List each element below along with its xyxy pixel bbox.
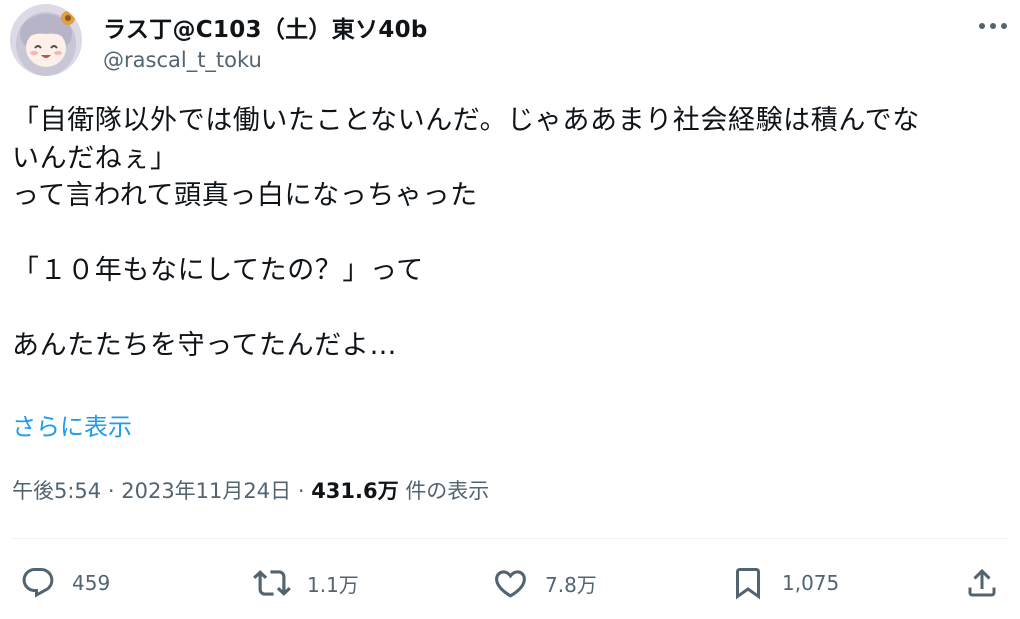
retweet-icon — [253, 570, 291, 596]
tweet-line: あんたたちを守ってたんだよ… — [12, 330, 398, 361]
tweet-line: 「自衛隊以外では働いたことないんだ。じゃああまり社会経験は積んでな — [12, 105, 920, 136]
tweet-line — [12, 290, 1007, 328]
tweet-line: 「１０年もなにしてたの？」って — [12, 255, 424, 286]
tweet-line — [12, 215, 1007, 253]
tweet-meta: 午後5:54 · 2023年11月24日 · 431.6万 件の表示 — [12, 475, 489, 505]
like-count: 7.8万 — [545, 572, 597, 597]
reply-bubble-icon — [22, 568, 54, 598]
bookmark-icon — [736, 568, 760, 600]
author-handle[interactable]: @rascal_t_toku — [103, 48, 262, 72]
views-label: 件の表示 — [405, 479, 490, 503]
retweet-button[interactable]: 1.1万 — [253, 558, 359, 608]
share-button[interactable] — [964, 558, 1000, 608]
tweet-text: 「自衛隊以外では働いたことないんだ。じゃああまり社会経験は積んでな いんだねぇ」… — [12, 102, 1007, 365]
meta-separator: · — [297, 479, 305, 503]
more-options-button[interactable] — [976, 12, 1010, 40]
reply-button[interactable]: 459 — [20, 558, 110, 608]
avatar-image — [10, 4, 82, 76]
avatar[interactable] — [10, 4, 82, 76]
more-dots-icon — [979, 23, 1007, 29]
meta-separator: · — [107, 479, 115, 503]
show-more-link[interactable]: さらに表示 — [12, 407, 132, 442]
like-button[interactable]: 7.8万 — [492, 558, 597, 608]
views-count[interactable]: 431.6万 — [311, 479, 398, 503]
share-upload-icon — [968, 568, 996, 597]
bookmark-count: 1,075 — [782, 571, 840, 595]
action-bar: 459 1.1万 7.8万 1,075 — [0, 558, 1020, 608]
tweet-line: って言われて頭真っ白になっちゃった — [12, 180, 478, 211]
author-display-name[interactable]: ラス丁@C103（土）東ソ40b — [103, 10, 428, 44]
tweet-line: いんだねぇ」 — [12, 142, 178, 174]
tweet-time[interactable]: 午後5:54 — [12, 479, 101, 503]
tweet-date[interactable]: 2023年11月24日 — [121, 479, 291, 503]
divider — [12, 538, 1008, 539]
reply-count: 459 — [72, 571, 111, 595]
bookmark-button[interactable]: 1,075 — [730, 558, 839, 608]
heart-icon — [495, 569, 526, 598]
retweet-count: 1.1万 — [307, 572, 359, 597]
